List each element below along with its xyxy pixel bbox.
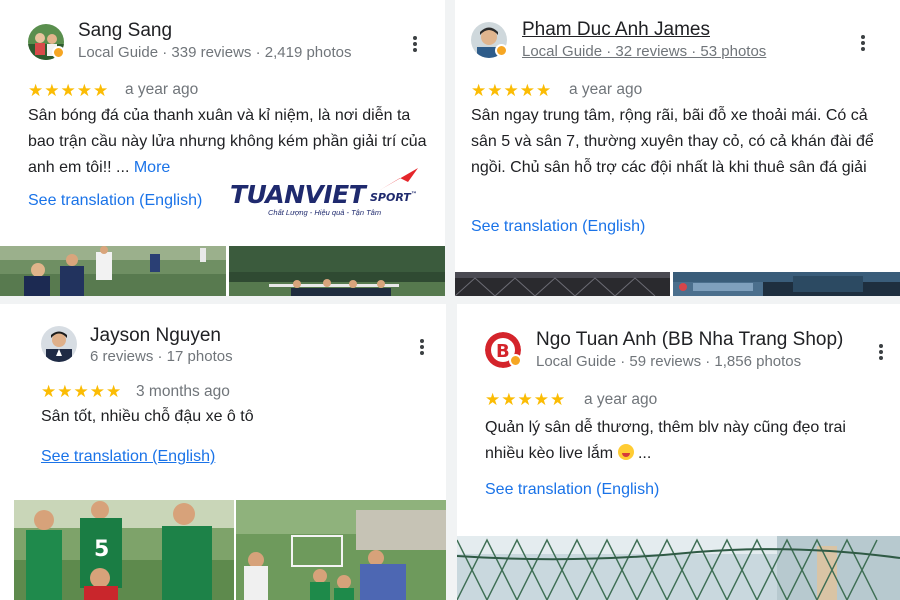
star-icon: ★ bbox=[471, 81, 487, 100]
star-rating: ★ ★ ★ ★ ★ bbox=[41, 383, 121, 400]
star-icon: ★ bbox=[517, 390, 533, 409]
review-ellipsis: ... bbox=[637, 445, 652, 462]
more-vert-icon[interactable] bbox=[855, 32, 871, 54]
star-icon: ★ bbox=[57, 382, 73, 401]
star-icon: ★ bbox=[93, 81, 109, 100]
review-card-ngo-tuan-anh: B Ngo Tuan Anh (BB Nha Trang Shop) Local… bbox=[457, 304, 900, 600]
star-rating: ★ ★ ★ ★ ★ bbox=[471, 82, 551, 99]
star-icon: ★ bbox=[536, 81, 552, 100]
star-icon: ★ bbox=[485, 390, 501, 409]
avatar[interactable] bbox=[41, 326, 77, 362]
reviewer-meta[interactable]: Local Guide · 32 reviews · 53 photos bbox=[522, 43, 766, 60]
review-photo[interactable] bbox=[236, 500, 446, 600]
more-vert-icon[interactable] bbox=[407, 33, 423, 55]
see-translation-link[interactable]: See translation (English) bbox=[471, 218, 645, 236]
local-guide-badge-icon bbox=[52, 46, 65, 59]
review-card-jayson-nguyen: Jayson Nguyen 6 reviews · 17 photos ★ ★ … bbox=[14, 304, 446, 600]
logo-trademark: ™ bbox=[410, 191, 417, 198]
local-guide-badge-icon bbox=[495, 44, 508, 57]
local-guide-badge-icon bbox=[509, 354, 522, 367]
more-link[interactable]: More bbox=[134, 159, 170, 176]
review-photo[interactable]: 5 bbox=[14, 500, 234, 600]
star-icon: ★ bbox=[106, 382, 122, 401]
review-date: 3 months ago bbox=[136, 383, 230, 400]
star-rating: ★ ★ ★ ★ ★ bbox=[28, 82, 108, 99]
star-icon: ★ bbox=[501, 390, 517, 409]
reviewer-meta[interactable]: 6 reviews · 17 photos bbox=[90, 348, 233, 365]
review-photo[interactable] bbox=[457, 536, 900, 600]
reviewer-name[interactable]: Pham Duc Anh James bbox=[522, 19, 710, 41]
laughing-emoji-icon bbox=[617, 444, 634, 460]
more-vert-icon[interactable] bbox=[414, 336, 430, 358]
review-card-sang-sang: Sang Sang Local Guide · 339 reviews · 2,… bbox=[0, 0, 445, 296]
review-date: a year ago bbox=[125, 81, 199, 98]
review-text: Sân ngay trung tâm, rộng rãi, bãi đỗ xe … bbox=[471, 107, 874, 176]
review-photo[interactable] bbox=[0, 246, 226, 296]
star-icon: ★ bbox=[73, 382, 89, 401]
star-icon: ★ bbox=[76, 81, 92, 100]
see-translation-link[interactable]: See translation (English) bbox=[28, 192, 202, 210]
see-translation-link[interactable]: See translation (English) bbox=[41, 448, 215, 466]
logo-sport-word: SPORT bbox=[370, 191, 411, 204]
review-photo[interactable] bbox=[673, 272, 900, 296]
shirt-number: 5 bbox=[94, 537, 109, 562]
see-translation-link[interactable]: See translation (English) bbox=[485, 481, 659, 499]
review-photo[interactable] bbox=[455, 272, 670, 296]
reviewer-meta[interactable]: Local Guide · 339 reviews · 2,419 photos bbox=[78, 44, 352, 61]
star-rating: ★ ★ ★ ★ ★ bbox=[485, 391, 565, 408]
reviewer-name[interactable]: Ngo Tuan Anh (BB Nha Trang Shop) bbox=[536, 329, 843, 351]
review-text: Quản lý sân dễ thương, thêm blv này cũng… bbox=[485, 415, 870, 467]
review-date: a year ago bbox=[569, 81, 643, 98]
star-icon: ★ bbox=[44, 81, 60, 100]
review-text: Sân tốt, nhiều chỗ đậu xe ô tô bbox=[41, 408, 254, 425]
reviewer-name[interactable]: Jayson Nguyen bbox=[90, 325, 221, 347]
star-icon: ★ bbox=[60, 81, 76, 100]
logo-slogan: Chất Lượng - Hiệu quả - Tận Tâm bbox=[268, 208, 382, 217]
star-icon: ★ bbox=[503, 81, 519, 100]
star-icon: ★ bbox=[41, 382, 57, 401]
row-gutter bbox=[0, 296, 900, 304]
reviewer-meta[interactable]: Local Guide · 59 reviews · 1,856 photos bbox=[536, 353, 801, 370]
reviewer-name[interactable]: Sang Sang bbox=[78, 20, 172, 42]
star-icon: ★ bbox=[533, 390, 549, 409]
review-body: Quản lý sân dễ thương, thêm blv này cũng… bbox=[485, 419, 846, 462]
more-vert-icon[interactable] bbox=[873, 341, 889, 363]
review-photo[interactable] bbox=[229, 246, 445, 296]
tuanviet-sport-logo: TUANVIET SPORT™ Chất Lượng - Hiệu quả - … bbox=[230, 166, 420, 222]
swoosh-icon bbox=[380, 168, 418, 190]
review-card-pham-duc-anh-james: Pham Duc Anh James Local Guide · 32 revi… bbox=[455, 0, 900, 296]
star-icon: ★ bbox=[550, 390, 566, 409]
star-icon: ★ bbox=[519, 81, 535, 100]
review-date: a year ago bbox=[584, 391, 658, 408]
star-icon: ★ bbox=[28, 81, 44, 100]
logo-sport-text: SPORT™ bbox=[370, 191, 417, 204]
svg-text:B: B bbox=[496, 341, 510, 362]
logo-main-text: TUANVIET bbox=[230, 180, 366, 209]
star-icon: ★ bbox=[487, 81, 503, 100]
star-icon: ★ bbox=[89, 382, 105, 401]
